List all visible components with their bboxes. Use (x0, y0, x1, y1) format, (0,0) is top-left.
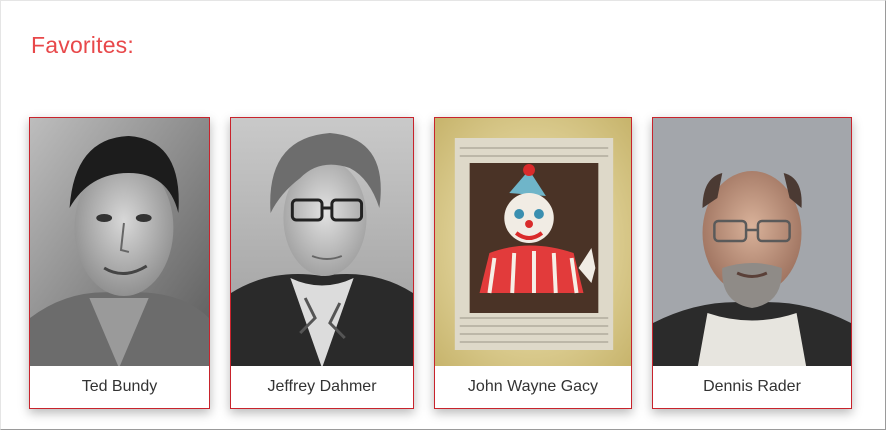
favorite-card-ted-bundy[interactable]: Ted Bundy (29, 117, 210, 409)
favorite-card-john-wayne-gacy[interactable]: John Wayne Gacy (434, 117, 632, 409)
portrait-image[interactable] (231, 118, 413, 368)
painting-image[interactable] (435, 118, 631, 368)
card-name: John Wayne Gacy (435, 366, 631, 408)
section-title: Favorites: (31, 32, 134, 58)
card-name: Ted Bundy (30, 366, 209, 408)
favorites-panel: Favorites: Ted Bundy Jeffrey Dahmer John… (0, 0, 886, 430)
card-name: Dennis Rader (653, 366, 851, 408)
portrait-image[interactable] (30, 118, 209, 368)
favorite-card-jeffrey-dahmer[interactable]: Jeffrey Dahmer (230, 117, 414, 409)
favorite-card-dennis-rader[interactable]: Dennis Rader (652, 117, 852, 409)
portrait-image[interactable] (653, 118, 851, 368)
card-name: Jeffrey Dahmer (231, 366, 413, 408)
